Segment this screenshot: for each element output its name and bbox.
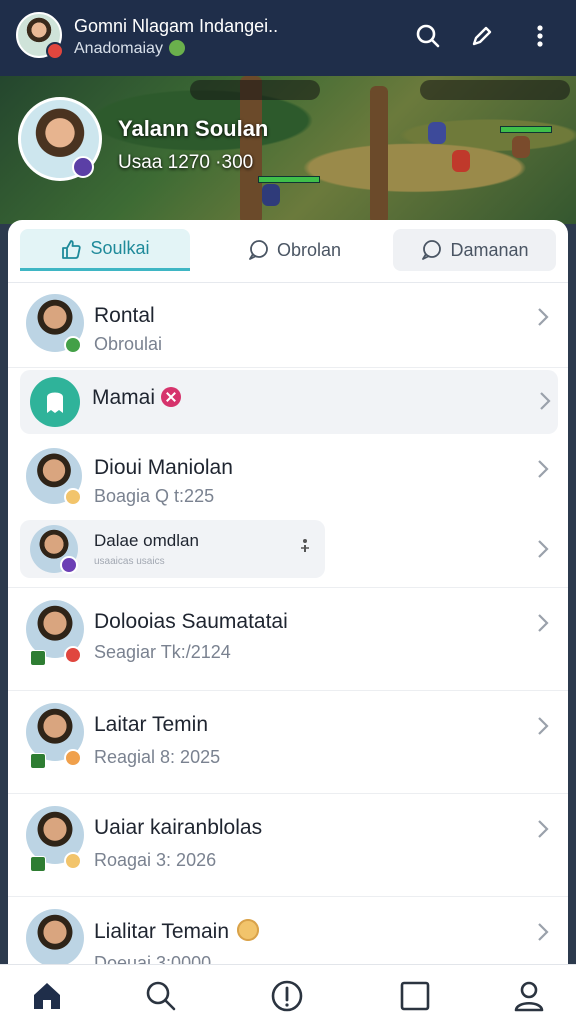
banner-hud bbox=[190, 80, 320, 100]
tab-soulkai[interactable]: Soulkai bbox=[20, 229, 190, 271]
emoji-badge bbox=[64, 488, 82, 506]
list-item[interactable]: Dioui Maniolan Boagia Q t:225 bbox=[8, 438, 568, 518]
chevron-right-icon bbox=[538, 308, 549, 326]
emoji-face-icon bbox=[237, 919, 260, 941]
tab-label: Obrolan bbox=[276, 239, 342, 260]
chevron-right-icon bbox=[538, 820, 549, 838]
game-tag-icon bbox=[30, 856, 46, 872]
chat-bubble-icon bbox=[422, 240, 442, 260]
close-badge-icon bbox=[161, 387, 182, 407]
tab-label: Soulkai bbox=[90, 238, 150, 258]
group-avatar bbox=[30, 377, 80, 427]
banner-hud bbox=[420, 80, 570, 100]
list-item[interactable]: Dolooias Saumatatai Seagiar Tk:/2124 bbox=[8, 588, 568, 691]
contact-name-row: Mamai bbox=[92, 386, 182, 410]
emoji-badge bbox=[64, 749, 82, 767]
contact-status: Reagial 8: 2025 bbox=[94, 747, 221, 767]
search-icon[interactable] bbox=[414, 22, 442, 50]
banner-tree-trunk bbox=[370, 86, 388, 224]
chevron-right-icon bbox=[538, 717, 549, 735]
game-tag-icon bbox=[30, 650, 46, 666]
list-item[interactable]: Uaiar kairanblolas Roagai 3: 2026 bbox=[8, 794, 568, 897]
contact-name: Dalae omdlan bbox=[94, 531, 199, 550]
list-item[interactable]: Dalae omdlan usaaicas usaics bbox=[8, 518, 568, 588]
top-bar: Gomni Nlagam Indangei.. Anadomaiay bbox=[0, 0, 576, 76]
bottom-nav bbox=[0, 964, 576, 1025]
search-icon[interactable] bbox=[144, 979, 178, 1013]
content-card: Soulkai Obrolan Damanan Rontal Obroulai bbox=[8, 220, 568, 980]
contact-name: Dolooias Saumatatai bbox=[94, 610, 288, 633]
chevron-right-icon bbox=[538, 540, 549, 558]
profile-name: Yalann Soulan bbox=[118, 116, 269, 141]
contact-name-row: Lialitar Temain bbox=[94, 919, 260, 944]
contact-name: Rontal bbox=[94, 304, 155, 327]
contact-status: usaaicas usaics bbox=[94, 556, 165, 567]
banner-sprite bbox=[428, 122, 446, 144]
contact-avatar bbox=[26, 909, 84, 967]
group-avatar-badge bbox=[46, 42, 64, 60]
level-badge bbox=[60, 556, 78, 574]
chevron-right-icon bbox=[538, 460, 549, 478]
chat-bubble-icon bbox=[249, 240, 268, 260]
tab-bar: Soulkai Obrolan Damanan bbox=[8, 220, 568, 283]
profile-level-badge bbox=[72, 156, 94, 178]
game-tag-icon bbox=[30, 753, 46, 769]
contact-name: Uaiar kairanblolas bbox=[94, 816, 263, 839]
chevron-right-icon bbox=[538, 923, 549, 941]
more-vertical-icon[interactable] bbox=[526, 22, 554, 50]
game-badge bbox=[64, 646, 82, 664]
banner-sprite bbox=[452, 150, 470, 172]
edit-pen-icon[interactable] bbox=[468, 22, 496, 50]
banner-sprite bbox=[512, 136, 530, 158]
thumbs-up-icon bbox=[62, 239, 82, 259]
emoji-badge bbox=[64, 852, 82, 870]
chevron-right-icon bbox=[538, 614, 549, 632]
online-badge bbox=[64, 336, 82, 354]
chevron-right-icon bbox=[540, 392, 551, 410]
home-icon[interactable] bbox=[30, 979, 64, 1013]
contact-name: Laitar Temin bbox=[94, 713, 209, 736]
contact-status: Boagia Q t:225 bbox=[94, 486, 215, 506]
group-subtitle-text: Anadomaiay bbox=[74, 40, 163, 57]
contact-status: Seagiar Tk:/2124 bbox=[94, 642, 231, 662]
status-leaf-icon bbox=[168, 40, 185, 56]
tab-obrolan[interactable]: Obrolan bbox=[204, 229, 384, 271]
list-item[interactable]: Mamai bbox=[20, 370, 558, 434]
info-icon[interactable] bbox=[270, 979, 304, 1013]
contact-status: Obroulai bbox=[94, 334, 163, 354]
banner-sprite bbox=[262, 184, 280, 206]
profile-meta: Usaa 1270 ·300 bbox=[118, 152, 254, 173]
ghost-icon bbox=[47, 392, 63, 413]
contact-name: Dioui Maniolan bbox=[94, 456, 233, 479]
banner-health-bar bbox=[258, 176, 320, 183]
profile-icon[interactable] bbox=[512, 979, 546, 1013]
list-item[interactable]: Rontal Obroulai bbox=[8, 282, 568, 368]
tab-damanan[interactable]: Damanan bbox=[393, 229, 556, 271]
contact-name: Lialitar Temain bbox=[94, 920, 230, 943]
group-subtitle: Anadomaiay bbox=[74, 40, 185, 58]
tab-label: Damanan bbox=[450, 239, 529, 260]
typing-indicator-icon bbox=[301, 539, 309, 552]
list-item[interactable]: Laitar Temin Reagial 8: 2025 bbox=[8, 691, 568, 794]
contact-name: Mamai bbox=[92, 386, 156, 409]
square-icon[interactable] bbox=[398, 979, 432, 1013]
banner-health-bar bbox=[500, 126, 552, 133]
group-title: Gomni Nlagam Indangei.. bbox=[74, 16, 279, 36]
contact-status: Roagai 3: 2026 bbox=[94, 850, 217, 870]
